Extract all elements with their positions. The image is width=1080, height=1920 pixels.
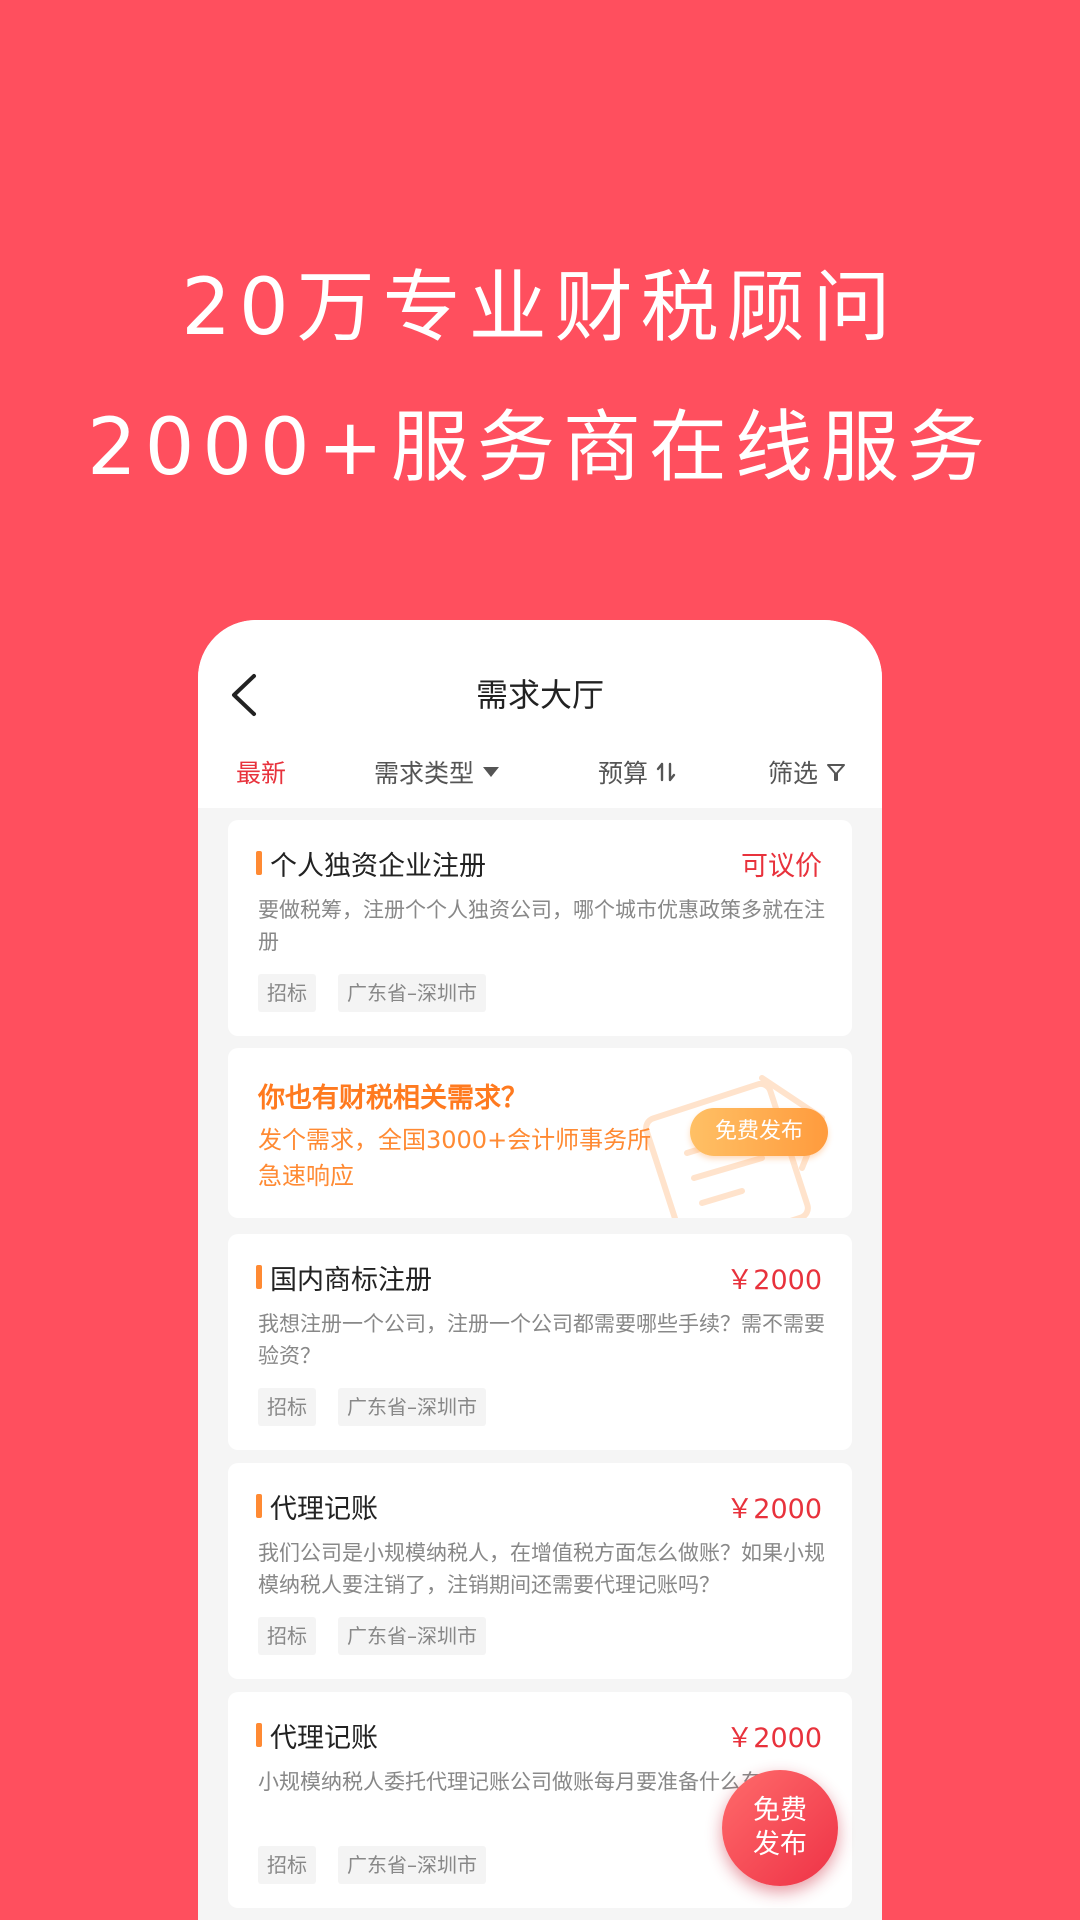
tag-bidding: 招标	[258, 974, 316, 1012]
headline-line2: 2000+服务商在线服务	[87, 403, 993, 493]
promo-description: 发个需求，全国3000+会计师事务所急速响应	[258, 1126, 652, 1190]
title-accent-bar	[256, 1265, 262, 1289]
filter-budget[interactable]: 预算	[598, 754, 676, 790]
filter-latest[interactable]: 最新	[236, 754, 286, 790]
page-title: 需求大厅	[475, 676, 604, 714]
card-title: 代理记账	[270, 1723, 378, 1754]
floating-publish-button[interactable]: 免费 发布	[722, 1770, 838, 1886]
tag-bidding: 招标	[258, 1617, 316, 1655]
card-description: 要做税筹，注册个个人独资公司，哪个城市优惠政策多就在注册	[258, 898, 825, 954]
tag-bidding: 招标	[258, 1846, 316, 1884]
promo-banner: 你也有财税相关需求？ 发个需求，全国3000+会计师事务所急速响应 免费发布	[228, 1048, 852, 1218]
fab-label-line2: 发布	[753, 1829, 807, 1860]
tag-location: 广东省–深圳市	[338, 1846, 486, 1884]
card-price: 可议价	[741, 851, 822, 882]
tag-location: 广东省–深圳市	[338, 1388, 486, 1426]
filter-screen-label: 筛选	[768, 759, 819, 788]
phone-screen: 需求大厅 最新 需求类型 预算 筛选 个人独资企业注册 可议价 要做税筹，注册个…	[198, 620, 882, 1920]
tag-bidding: 招标	[258, 1388, 316, 1426]
filter-type-label: 需求类型	[374, 759, 475, 788]
demand-card[interactable]: 国内商标注册 ￥2000 我想注册一个公司，注册一个公司都需要哪些手续？需不需要…	[228, 1234, 852, 1450]
demand-card[interactable]: 代理记账 ￥2000 我们公司是小规模纳税人，在增值税方面怎么做账？如果小规模纳…	[228, 1463, 852, 1679]
card-price: ￥2000	[726, 1494, 822, 1525]
free-publish-button[interactable]: 免费发布	[690, 1108, 828, 1156]
fab-label-line1: 免费	[753, 1795, 807, 1826]
tag-location: 广东省–深圳市	[338, 974, 486, 1012]
title-accent-bar	[256, 1494, 262, 1518]
demand-card[interactable]: 个人独资企业注册 可议价 要做税筹，注册个个人独资公司，哪个城市优惠政策多就在注…	[228, 820, 852, 1036]
promo-title: 你也有财税相关需求？	[258, 1083, 528, 1114]
tag-location: 广东省–深圳市	[338, 1617, 486, 1655]
card-title: 个人独资企业注册	[270, 851, 486, 882]
filter-screen[interactable]: 筛选	[768, 754, 846, 790]
card-description: 我们公司是小规模纳税人，在增值税方面怎么做账？如果小规模纳税人要注销了，注销期间…	[258, 1541, 825, 1597]
title-accent-bar	[256, 851, 262, 875]
filter-latest-label: 最新	[236, 759, 287, 788]
card-description: 我想注册一个公司，注册一个公司都需要哪些手续？需不需要验资？	[258, 1312, 825, 1368]
title-accent-bar	[256, 1723, 262, 1747]
top-bar: 需求大厅 最新 需求类型 预算 筛选	[198, 620, 882, 808]
card-price: ￥2000	[726, 1265, 822, 1296]
caret-down-icon	[483, 767, 500, 777]
filter-budget-label: 预算	[598, 759, 649, 788]
card-price: ￥2000	[726, 1723, 822, 1754]
headline-line1: 20万专业财税顾问	[181, 263, 899, 353]
card-title: 代理记账	[270, 1494, 378, 1525]
funnel-icon	[827, 764, 846, 781]
card-title: 国内商标注册	[270, 1265, 432, 1296]
sort-icon	[656, 762, 676, 782]
filter-demand-type[interactable]: 需求类型	[374, 754, 500, 790]
